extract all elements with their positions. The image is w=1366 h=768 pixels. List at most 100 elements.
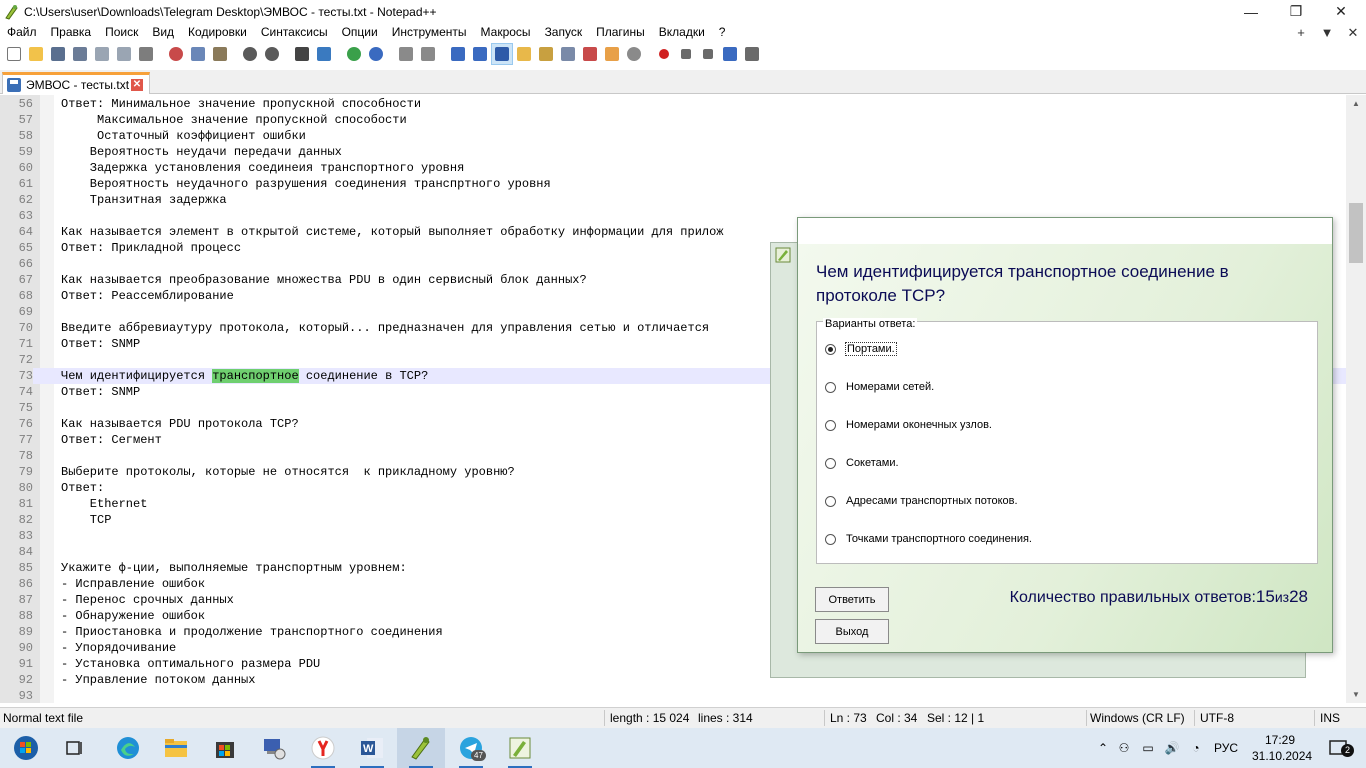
radio-button[interactable] <box>825 533 836 545</box>
editor-line[interactable]: 62 Транзитная задержка <box>0 192 1346 208</box>
macro-play-multiple-icon[interactable] <box>720 44 740 64</box>
show-hidden-icons-icon[interactable]: ⌃ <box>1094 741 1112 755</box>
menu-view[interactable]: Вид <box>145 23 181 42</box>
answer-option[interactable]: Номерами оконечных узлов. <box>825 417 992 433</box>
tab-list-dropdown-button[interactable]: ▼ <box>1314 25 1340 40</box>
doc-map-icon[interactable] <box>536 44 556 64</box>
indent-guide-icon[interactable] <box>491 43 513 65</box>
menu-settings[interactable]: Опции <box>335 23 385 42</box>
answer-label[interactable]: Адресами транспортных потоков. <box>846 495 1018 507</box>
close-file-icon[interactable] <box>92 44 112 64</box>
zoom-out-icon[interactable] <box>366 44 386 64</box>
volume-icon[interactable]: 🔊 <box>1160 741 1184 755</box>
cut-icon[interactable] <box>166 44 186 64</box>
start-button[interactable] <box>2 728 50 768</box>
paste-icon[interactable] <box>210 44 230 64</box>
answer-label[interactable]: Точками транспортного соединения. <box>846 533 1032 545</box>
answer-option[interactable]: Номерами сетей. <box>825 379 934 395</box>
editor-line[interactable]: 60 Задержка установления соединеия транс… <box>0 160 1346 176</box>
status-eol[interactable]: Windows (CR LF) <box>1090 711 1185 725</box>
scroll-down-arrow-icon[interactable]: ▼ <box>1346 686 1366 703</box>
close-doc-button[interactable]: ✕ <box>1340 25 1366 41</box>
function-list-icon[interactable] <box>580 44 600 64</box>
taskbar-file-explorer[interactable] <box>152 728 200 768</box>
radio-button[interactable] <box>825 381 836 393</box>
minimize-button[interactable]: — <box>1228 0 1274 23</box>
clock[interactable]: 17:29 31.10.2024 <box>1252 732 1312 764</box>
answer-button[interactable]: Ответить <box>815 587 889 612</box>
radio-button[interactable] <box>825 495 836 507</box>
taskbar-edge[interactable] <box>104 728 152 768</box>
menu-encoding[interactable]: Кодировки <box>181 23 254 42</box>
exit-button[interactable]: Выход <box>815 619 889 644</box>
radio-button[interactable] <box>825 457 836 469</box>
new-tab-plus-button[interactable]: + <box>1288 25 1314 40</box>
answer-label[interactable]: Номерами оконечных узлов. <box>846 419 992 431</box>
menu-macro[interactable]: Макросы <box>474 23 538 42</box>
editor-line[interactable]: 57 Максимальное значение пропускной спос… <box>0 112 1346 128</box>
copy-icon[interactable] <box>188 44 208 64</box>
radio-button[interactable] <box>825 419 836 431</box>
menu-help[interactable]: ? <box>712 23 733 42</box>
undo-icon[interactable] <box>240 44 260 64</box>
answer-option[interactable]: Адресами транспортных потоков. <box>825 493 1018 509</box>
open-file-icon[interactable] <box>26 44 46 64</box>
answer-option[interactable]: Точками транспортного соединения. <box>825 531 1032 547</box>
answer-label[interactable]: Портами. <box>845 342 897 356</box>
vertical-scrollbar[interactable]: ▲ ▼ <box>1346 95 1366 703</box>
scroll-up-arrow-icon[interactable]: ▲ <box>1346 95 1366 112</box>
radio-button[interactable] <box>825 343 836 355</box>
udl-icon[interactable] <box>514 44 534 64</box>
menu-file[interactable]: Файл <box>0 23 44 42</box>
tab-document[interactable]: ЭМВОС - тесты.txt ✕ <box>2 72 150 94</box>
taskbar-test-app[interactable] <box>496 728 544 768</box>
menu-run[interactable]: Запуск <box>538 23 590 42</box>
taskbar-notepadpp[interactable] <box>397 728 445 768</box>
restore-button[interactable]: ❐ <box>1273 0 1319 23</box>
taskbar-word[interactable]: W <box>348 728 396 768</box>
status-encoding[interactable]: UTF-8 <box>1200 711 1234 725</box>
macro-play-icon[interactable] <box>698 44 718 64</box>
answer-option[interactable]: Сокетами. <box>825 455 899 471</box>
save-all-icon[interactable] <box>70 44 90 64</box>
editor-line[interactable]: 56 Ответ: Минимальное значение пропускной… <box>0 96 1346 112</box>
zoom-in-icon[interactable] <box>344 44 364 64</box>
language-indicator[interactable]: РУС <box>1208 741 1244 755</box>
sync-vertical-icon[interactable] <box>396 44 416 64</box>
word-wrap-icon[interactable] <box>448 44 468 64</box>
close-all-icon[interactable] <box>114 44 134 64</box>
macro-stop-icon[interactable] <box>676 44 696 64</box>
taskbar-yandex-browser[interactable] <box>299 728 347 768</box>
tab-close-icon[interactable]: ✕ <box>131 78 143 91</box>
editor-line[interactable]: 93 <box>0 688 1346 703</box>
menu-window[interactable]: Вкладки <box>652 23 712 42</box>
folder-workspace-icon[interactable] <box>602 44 622 64</box>
scroll-thumb[interactable] <box>1349 203 1363 263</box>
macro-record-icon[interactable] <box>654 44 674 64</box>
new-file-icon[interactable] <box>4 44 24 64</box>
print-icon[interactable] <box>136 44 156 64</box>
action-center-button[interactable]: 2 <box>1314 728 1362 768</box>
answer-label[interactable]: Сокетами. <box>846 457 899 469</box>
taskbar-store[interactable] <box>201 728 249 768</box>
task-view-button[interactable] <box>50 728 98 768</box>
network-icon[interactable]: ◔ <box>1184 741 1208 755</box>
status-insert-mode[interactable]: INS <box>1320 711 1340 725</box>
editor-line[interactable]: 61 Вероятность неудачного разрушения сое… <box>0 176 1346 192</box>
doc-list-icon[interactable] <box>558 44 578 64</box>
find-icon[interactable] <box>292 44 312 64</box>
macro-save-icon[interactable] <box>742 44 762 64</box>
answer-label[interactable]: Номерами сетей. <box>846 381 934 393</box>
show-all-chars-icon[interactable] <box>470 44 490 64</box>
monitoring-icon[interactable] <box>624 44 644 64</box>
editor-line[interactable]: 58 Остаточный коэффициент ошибки <box>0 128 1346 144</box>
close-button[interactable]: ✕ <box>1318 0 1364 23</box>
menu-plugins[interactable]: Плагины <box>589 23 652 42</box>
battery-icon[interactable]: ▭ <box>1136 741 1160 755</box>
sync-horizontal-icon[interactable] <box>418 44 438 64</box>
editor-line[interactable]: 59 Вероятность неудачи передачи данных <box>0 144 1346 160</box>
taskbar-telegram[interactable]: 47 <box>447 728 495 768</box>
dialog-titlebar[interactable] <box>798 218 1332 244</box>
save-icon[interactable] <box>48 44 68 64</box>
menu-edit[interactable]: Правка <box>44 23 99 42</box>
